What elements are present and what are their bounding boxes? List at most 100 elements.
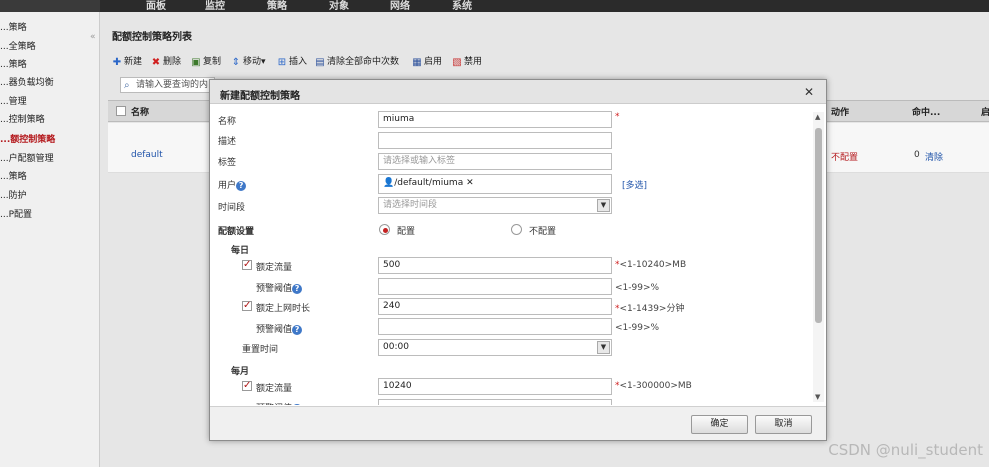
enable-icon: ▦ [412, 57, 422, 68]
help-icon[interactable]: ? [236, 181, 247, 191]
radio-configure-label: 配置 [397, 227, 416, 237]
col-action[interactable]: 动作 [831, 105, 849, 118]
nav-object[interactable]: 对象 [329, 0, 349, 12]
chevron-down-icon[interactable]: ▼ [597, 341, 610, 354]
alert-label-text: 预警阈值 [256, 284, 293, 294]
cancel-button[interactable]: 取消 [755, 415, 812, 434]
disable-button[interactable]: ▧ 禁用 [452, 55, 482, 69]
remove-tag-icon[interactable]: ✕ [466, 178, 474, 188]
move-button[interactable]: ⇕ 移动▾ [231, 55, 266, 69]
reset-time-select[interactable]: 00:00 ▼ [378, 339, 612, 356]
row-clear-link[interactable]: 清除 [925, 150, 943, 163]
tag-field[interactable]: 请选择或输入标签 [378, 153, 612, 170]
new-button[interactable]: ✚ 新建 [112, 55, 142, 69]
delete-icon: ✖ [151, 57, 161, 68]
new-label: 新建 [124, 57, 143, 67]
sidebar-item-policy[interactable]: ...策略 [0, 20, 27, 36]
nav-network[interactable]: 网络 [390, 0, 410, 12]
nav-policy[interactable]: 策略 [267, 0, 287, 12]
user-tag: 👤/default/miuma ✕ [383, 177, 474, 189]
name-field[interactable]: miuma [378, 111, 612, 128]
desc-label: 描述 [218, 137, 237, 147]
monthly-flow-alert-field[interactable] [378, 399, 612, 405]
clear-hits-label: 清除全部命中次数 [327, 57, 400, 67]
insert-label: 插入 [289, 57, 308, 67]
nav-monitor[interactable]: 监控 [205, 0, 225, 12]
search-input[interactable]: ⌕ 请输入要查询的内 [120, 77, 215, 93]
enable-button[interactable]: ▦ 启用 [412, 55, 442, 69]
sidebar-item-management[interactable]: ...管理 [0, 94, 27, 110]
daily-time-field[interactable]: 240 [378, 298, 612, 315]
radio-configure[interactable] [379, 224, 390, 235]
daily-flow-checkbox[interactable]: ✓ [242, 260, 252, 270]
dialog-title: 新建配额控制策略 [220, 91, 300, 102]
user-tag-text: /default/miuma [394, 178, 464, 188]
row-name[interactable]: default [131, 150, 163, 160]
monthly-flow-checkbox[interactable]: ✓ [242, 381, 252, 391]
search-placeholder: 请输入要查询的内 [136, 80, 209, 90]
daily-time-alert-label: 预警阈值? [256, 322, 303, 335]
daily-time-alert-field[interactable] [378, 318, 612, 335]
help-icon[interactable]: ? [292, 325, 303, 335]
name-label: 名称 [218, 117, 237, 127]
scrollbar-thumb[interactable] [815, 128, 822, 323]
quota-settings-label: 配额设置 [218, 227, 255, 237]
col-enable[interactable]: 启 [981, 105, 989, 118]
sidebar-item-control-policy[interactable]: ...控制策略 [0, 112, 45, 128]
time-placeholder: 请选择时间段 [383, 200, 438, 210]
ok-button[interactable]: 确定 [691, 415, 748, 434]
disable-icon: ▧ [452, 57, 462, 68]
sidebar-item-security-policy[interactable]: ...全策略 [0, 39, 36, 55]
daily-flow-alert-hint: <1-99>% [615, 283, 660, 293]
sidebar-item-protection[interactable]: ...防护 [0, 188, 27, 204]
sidebar-item-policy-2[interactable]: ...策略 [0, 57, 27, 73]
daily-flow-field[interactable]: 500 [378, 257, 612, 274]
dialog-scrollbar[interactable]: ▲ ▼ [813, 112, 824, 402]
help-icon[interactable]: ? [292, 284, 303, 294]
daily-time-alert-hint: <1-99>% [615, 323, 660, 333]
col-name[interactable]: 名称 [131, 105, 149, 118]
daily-time-checkbox[interactable]: ✓ [242, 301, 252, 311]
sidebar-item-load-balance[interactable]: ...器负载均衡 [0, 75, 54, 91]
search-icon: ⌕ [124, 80, 130, 91]
move-icon: ⇕ [231, 57, 241, 68]
dialog-footer: 确定 取消 [210, 406, 826, 440]
delete-label: 删除 [163, 57, 182, 67]
sidebar-item-policy-3[interactable]: ...策略 [0, 169, 27, 185]
monthly-heading: 每月 [231, 367, 250, 377]
move-label: 移动 [243, 57, 262, 67]
delete-button[interactable]: ✖ 删除 [151, 55, 181, 69]
daily-flow-alert-field[interactable] [378, 278, 612, 295]
col-hits[interactable]: 命中... [912, 105, 940, 118]
radio-not-configure[interactable] [511, 224, 522, 235]
monthly-flow-alert-label: 预警阈值? [256, 401, 303, 405]
scroll-up-icon[interactable]: ▲ [815, 113, 820, 121]
time-select[interactable]: 请选择时间段 ▼ [378, 197, 612, 214]
nav-system[interactable]: 系统 [452, 0, 472, 12]
help-icon[interactable]: ? [292, 404, 303, 405]
multi-select-link[interactable]: [多选] [622, 178, 647, 191]
sidebar-item-user-quota[interactable]: ...户配额管理 [0, 151, 54, 167]
clear-icon: ▤ [315, 57, 325, 68]
nav-dashboard[interactable]: 面板 [146, 0, 166, 12]
user-field[interactable]: 👤/default/miuma ✕ [378, 174, 612, 194]
daily-time-label: 额定上网时长 [256, 304, 311, 314]
copy-button[interactable]: ▣ 复制 [191, 55, 221, 69]
insert-button[interactable]: ⊞ 插入 [277, 55, 307, 69]
monthly-flow-field[interactable]: 10240 [378, 378, 612, 395]
daily-time-hint: *<1-1439>分钟 [615, 304, 685, 314]
close-icon[interactable]: ✕ [804, 85, 814, 99]
reset-time-value: 00:00 [383, 342, 409, 352]
monthly-flow-range: <1-300000>MB [619, 381, 692, 391]
plus-icon: ✚ [112, 57, 122, 68]
select-all-checkbox[interactable] [116, 106, 126, 116]
sidebar-item-quota-policy[interactable]: ...额控制策略 [0, 132, 55, 148]
clear-hits-button[interactable]: ▤ 清除全部命中次数 [315, 55, 399, 69]
chevron-down-icon[interactable]: ▼ [597, 199, 610, 212]
description-field[interactable] [378, 132, 612, 149]
reset-time-label: 重置时间 [242, 345, 279, 355]
sidebar-item-p-config[interactable]: ...P配置 [0, 207, 32, 223]
scroll-down-icon[interactable]: ▼ [815, 393, 820, 401]
daily-time-range: <1-1439>分钟 [619, 304, 685, 314]
collapse-icon[interactable]: « [90, 32, 96, 42]
